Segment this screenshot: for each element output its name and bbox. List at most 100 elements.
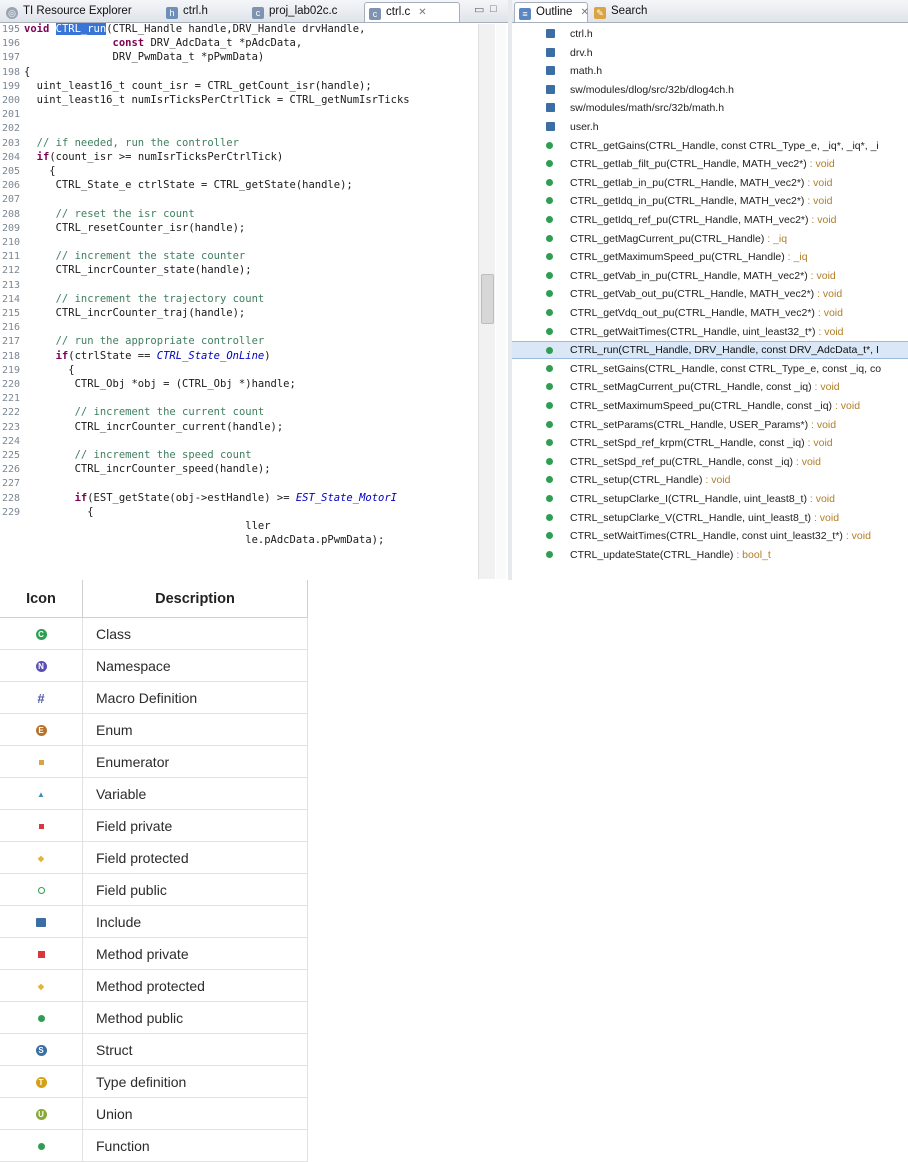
code-text[interactable]: void CTRL_run(CTRL_Handle handle,DRV_Han… (24, 23, 365, 35)
code-line[interactable]: le.pAdcData.pPwmData); (0, 534, 384, 546)
code-line[interactable]: 208 // reset the isr count (0, 208, 195, 220)
outline-method-item[interactable]: CTRL_setupClarke_V(CTRL_Handle, uint_lea… (512, 509, 908, 527)
code-line[interactable]: 219 { (0, 364, 75, 376)
code-text[interactable]: { (24, 165, 55, 177)
outline-method-item[interactable]: CTRL_getIab_filt_pu(CTRL_Handle, MATH_ve… (512, 155, 908, 173)
outline-method-item[interactable]: CTRL_getIdq_ref_pu(CTRL_Handle, MATH_vec… (512, 211, 908, 229)
code-line[interactable]: 204 if(count_isr >= numIsrTicksPerCtrlTi… (0, 151, 283, 163)
code-line[interactable]: 203 // if needed, run the controller (0, 137, 239, 149)
outline-method-item[interactable]: CTRL_getIdq_in_pu(CTRL_Handle, MATH_vec2… (512, 192, 908, 210)
outline-method-item[interactable]: CTRL_updateState(CTRL_Handle) : bool_t (512, 546, 908, 564)
code-text[interactable]: if(count_isr >= numIsrTicksPerCtrlTick) (24, 151, 284, 163)
outline-method-item[interactable]: CTRL_setMagCurrent_pu(CTRL_Handle, const… (512, 378, 908, 396)
code-text[interactable]: uint_least16_t count_isr = CTRL_getCount… (24, 80, 372, 92)
code-text[interactable]: // reset the isr count (24, 208, 195, 220)
outline-method-item[interactable]: CTRL_getGains(CTRL_Handle, const CTRL_Ty… (512, 137, 908, 155)
outline-method-item[interactable]: CTRL_getMaximumSpeed_pu(CTRL_Handle) : _… (512, 248, 908, 266)
code-line[interactable]: 205 { (0, 165, 56, 177)
code-line[interactable]: 222 // increment the current count (0, 406, 264, 418)
code-line[interactable]: 196 const DRV_AdcData_t *pAdcData, (0, 37, 302, 49)
outline-method-item[interactable]: CTRL_getVdq_out_pu(CTRL_Handle, MATH_vec… (512, 304, 908, 322)
code-text[interactable]: const DRV_AdcData_t *pAdcData, (24, 37, 303, 49)
close-icon[interactable]: ✕ (418, 7, 426, 18)
tab-ti-resource-explorer[interactable]: ◎ TI Resource Explorer (2, 2, 132, 21)
code-text[interactable]: CTRL_incrCounter_current(handle); (24, 421, 284, 433)
outline-method-item[interactable]: CTRL_getWaitTimes(CTRL_Handle, uint_leas… (512, 323, 908, 341)
code-text[interactable]: DRV_PwmData_t *pPwmData) (24, 51, 265, 63)
tab-outline[interactable]: ≡ Outline ✕ (514, 2, 589, 22)
code-text[interactable]: // increment the current count (24, 406, 265, 418)
code-line[interactable]: 200 uint_least16_t numIsrTicksPerCtrlTic… (0, 94, 410, 106)
code-text[interactable]: // increment the state counter (24, 250, 246, 262)
code-line[interactable]: 223 CTRL_incrCounter_current(handle); (0, 421, 283, 433)
code-line[interactable]: 198{ (0, 66, 30, 78)
code-text[interactable]: if(ctrlState == CTRL_State_OnLine) (24, 350, 271, 362)
code-line[interactable]: 212 CTRL_incrCounter_state(handle); (0, 264, 252, 276)
outline-include-item[interactable]: sw/modules/math/src/32b/math.h (512, 99, 908, 117)
outline-method-item[interactable]: CTRL_setSpd_ref_pu(CTRL_Handle, const _i… (512, 453, 908, 471)
outline-method-item[interactable]: CTRL_setup(CTRL_Handle) : void (512, 471, 908, 489)
tab-search[interactable]: ✎ Search (590, 2, 647, 21)
code-line[interactable]: 195 void CTRL_run(CTRL_Handle handle,DRV_… (0, 23, 365, 35)
code-text[interactable]: CTRL_incrCounter_traj(handle); (24, 307, 246, 319)
scrollbar-thumb[interactable] (481, 274, 494, 324)
code-line[interactable]: 221 (0, 392, 24, 404)
tab-ctrl-h[interactable]: h ctrl.h (162, 2, 208, 21)
code-line[interactable]: 201 (0, 108, 24, 120)
outline-method-item[interactable]: CTRL_getMagCurrent_pu(CTRL_Handle) : _iq (512, 230, 908, 248)
code-line[interactable]: 227 (0, 477, 24, 489)
outline-method-item[interactable]: CTRL_setMaximumSpeed_pu(CTRL_Handle, con… (512, 397, 908, 415)
code-editor-pane[interactable]: ◎ TI Resource Explorer h ctrl.h c proj_lab0… (0, 0, 509, 580)
code-line[interactable]: 209 CTRL_resetCounter_isr(handle); (0, 222, 245, 234)
code-line[interactable]: 213 (0, 279, 24, 291)
code-line[interactable]: 220 CTRL_Obj *obj = (CTRL_Obj *)handle; (0, 378, 296, 390)
code-line[interactable]: 229 { (0, 506, 94, 518)
code-line[interactable]: ller (0, 520, 270, 532)
code-line[interactable]: 225 // increment the speed count (0, 449, 252, 461)
code-text[interactable]: uint_least16_t numIsrTicksPerCtrlTick = … (24, 94, 410, 106)
outline-method-item[interactable]: CTRL_setWaitTimes(CTRL_Handle, const uin… (512, 527, 908, 545)
code-text[interactable]: CTRL_resetCounter_isr(handle); (24, 222, 246, 234)
code-line[interactable]: 226 CTRL_incrCounter_speed(handle); (0, 463, 271, 475)
code-text[interactable]: // increment the speed count (24, 449, 252, 461)
code-line[interactable]: 224 (0, 435, 24, 447)
outline-include-item[interactable]: drv.h (512, 44, 908, 62)
code-line[interactable]: 211 // increment the state counter (0, 250, 245, 262)
close-icon[interactable]: ✕ (580, 7, 588, 18)
code-line[interactable]: 228 if(EST_getState(obj->estHandle) >= E… (0, 492, 397, 504)
code-text[interactable]: { (24, 506, 93, 518)
outline-method-item[interactable]: CTRL_setSpd_ref_krpm(CTRL_Handle, const … (512, 434, 908, 452)
outline-method-item[interactable]: CTRL_run(CTRL_Handle, DRV_Handle, const … (512, 341, 908, 360)
outline-method-item[interactable]: CTRL_getVab_out_pu(CTRL_Handle, MATH_vec… (512, 285, 908, 303)
code-line[interactable]: 199 uint_least16_t count_isr = CTRL_getC… (0, 80, 372, 92)
code-line[interactable]: 202 (0, 122, 24, 134)
code-line[interactable]: 207 (0, 193, 24, 205)
code-text[interactable]: if(EST_getState(obj->estHandle) >= EST_S… (24, 492, 397, 504)
outline-pane[interactable]: ≡ Outline ✕ ✎ Search ctrl.h drv.h math.h sw/mo… (512, 0, 908, 580)
outline-method-item[interactable]: CTRL_setGains(CTRL_Handle, const CTRL_Ty… (512, 360, 908, 378)
code-text[interactable]: CTRL_incrCounter_state(handle); (24, 264, 252, 276)
code-line[interactable]: 218 if(ctrlState == CTRL_State_OnLine) (0, 350, 271, 362)
code-text[interactable]: { (24, 66, 30, 78)
code-line[interactable]: 206 CTRL_State_e ctrlState = CTRL_getSta… (0, 179, 353, 191)
maximize-icon[interactable]: □ (490, 3, 497, 15)
code-line[interactable]: 215 CTRL_incrCounter_traj(handle); (0, 307, 245, 319)
code-area[interactable]: 195 void CTRL_run(CTRL_Handle handle,DRV_… (0, 23, 496, 580)
outline-include-item[interactable]: ctrl.h (512, 25, 908, 43)
minimize-icon[interactable]: ▭ (474, 3, 484, 16)
tab-proj-lab02c[interactable]: c proj_lab02c.c (248, 2, 337, 21)
code-text[interactable]: // increment the trajectory count (24, 293, 265, 305)
code-text[interactable]: // run the appropriate controller (24, 335, 265, 347)
code-line[interactable]: 214 // increment the trajectory count (0, 293, 264, 305)
outline-method-item[interactable]: CTRL_setupClarke_I(CTRL_Handle, uint_lea… (512, 490, 908, 508)
code-line[interactable]: 217 // run the appropriate controller (0, 335, 264, 347)
code-text[interactable]: // if needed, run the controller (24, 137, 239, 149)
code-text[interactable]: ller (24, 520, 270, 532)
outline-include-item[interactable]: math.h (512, 62, 908, 80)
tab-ctrl-c[interactable]: c ctrl.c ✕ (364, 2, 460, 22)
code-line[interactable]: 216 (0, 321, 24, 333)
code-line[interactable]: 210 (0, 236, 24, 248)
outline-method-item[interactable]: CTRL_setParams(CTRL_Handle, USER_Params*… (512, 416, 908, 434)
code-text[interactable]: CTRL_incrCounter_speed(handle); (24, 463, 271, 475)
code-line[interactable]: 197 DRV_PwmData_t *pPwmData) (0, 51, 264, 63)
